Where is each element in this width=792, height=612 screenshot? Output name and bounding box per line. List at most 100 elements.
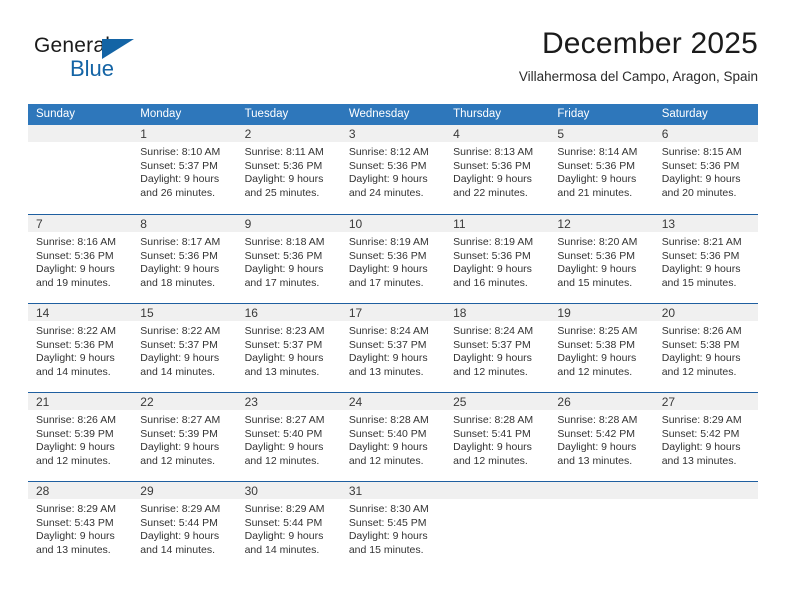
calendar-day-cell[interactable]: 6 Sunrise: 8:15 AM Sunset: 5:36 PM Daylight…	[653, 125, 758, 214]
day-number-band: 28	[28, 482, 133, 499]
calendar-day-cell[interactable]: 10 Sunrise: 8:19 AM Sunset: 5:36 PM Dayligh…	[340, 215, 446, 303]
day-number-band: 24	[340, 393, 446, 410]
calendar-day-cell[interactable]: 25 Sunrise: 8:28 AM Sunset: 5:41 PM Dayligh…	[445, 393, 550, 481]
daylight-text-line2: and 16 minutes.	[453, 276, 528, 289]
calendar-day-cell[interactable]: 13 Sunrise: 8:21 AM Sunset: 5:36 PM Dayligh…	[653, 215, 758, 303]
day-number-band: 9	[236, 215, 341, 232]
daylight-text-line1: Daylight: 9 hours	[453, 352, 532, 365]
day-sun-info: Sunrise: 8:29 AM Sunset: 5:43 PM Daylight:…	[28, 499, 132, 557]
calendar-day-cell[interactable]: 12 Sunrise: 8:20 AM Sunset: 5:36 PM Dayligh…	[549, 215, 654, 303]
sunset-text: Sunset: 5:37 PM	[348, 338, 427, 351]
day-sun-info: Sunrise: 8:24 AM Sunset: 5:37 PM Daylight:…	[445, 321, 549, 379]
day-number-band: 10	[340, 215, 446, 232]
calendar-day-cell[interactable]: 19 Sunrise: 8:25 AM Sunset: 5:38 PM Dayligh…	[549, 304, 654, 392]
sunset-text: Sunset: 5:37 PM	[140, 338, 218, 351]
sunset-text: Sunset: 5:36 PM	[348, 159, 427, 172]
day-number-band: 21	[28, 393, 133, 410]
calendar-day-cell[interactable]: 26 Sunrise: 8:28 AM Sunset: 5:42 PM Dayligh…	[549, 393, 654, 481]
daylight-text-line2: and 22 minutes.	[453, 186, 528, 199]
daylight-text-line1: Daylight: 9 hours	[453, 441, 532, 454]
day-number-band	[653, 482, 758, 499]
day-number: 19	[557, 306, 571, 320]
calendar-day-cell[interactable]: 11 Sunrise: 8:19 AM Sunset: 5:36 PM Dayligh…	[445, 215, 550, 303]
sunset-text: Sunset: 5:36 PM	[557, 249, 636, 262]
calendar-day-cell[interactable]: 14 Sunrise: 8:22 AM Sunset: 5:36 PM Dayligh…	[28, 304, 133, 392]
daylight-text-line2: and 12 minutes.	[140, 454, 215, 467]
day-number: 23	[244, 395, 258, 409]
calendar-day-cell[interactable]: 1 Sunrise: 8:10 AM Sunset: 5:37 PM Daylight…	[132, 125, 237, 214]
day-sun-info: Sunrise: 8:12 AM Sunset: 5:36 PM Daylight:…	[341, 142, 445, 200]
calendar-day-cell[interactable]: 16 Sunrise: 8:23 AM Sunset: 5:37 PM Dayligh…	[236, 304, 341, 392]
sunrise-text: Sunrise: 8:21 AM	[661, 236, 742, 248]
day-number-band: 6	[653, 125, 758, 142]
day-number: 11	[453, 217, 466, 231]
calendar-day-cell[interactable]: 24 Sunrise: 8:28 AM Sunset: 5:40 PM Dayligh…	[340, 393, 446, 481]
calendar-day-cell[interactable]: 29 Sunrise: 8:29 AM Sunset: 5:44 PM Dayligh…	[132, 482, 237, 570]
sunrise-text: Sunrise: 8:16 AM	[36, 236, 116, 248]
sunset-text: Sunset: 5:36 PM	[244, 159, 323, 172]
calendar-day-cell[interactable]: 20 Sunrise: 8:26 AM Sunset: 5:38 PM Dayligh…	[653, 304, 758, 392]
daylight-text-line1: Daylight: 9 hours	[36, 530, 115, 543]
day-sun-info: Sunrise: 8:27 AM Sunset: 5:39 PM Daylight:…	[132, 410, 236, 468]
sunset-text: Sunset: 5:36 PM	[453, 159, 531, 172]
day-sun-info: Sunrise: 8:14 AM Sunset: 5:36 PM Daylight:…	[549, 142, 653, 200]
day-number-band: 31	[340, 482, 446, 499]
calendar-day-cell-empty	[549, 482, 654, 570]
daylight-text-line2: and 18 minutes.	[140, 276, 215, 289]
calendar-day-cell[interactable]: 7 Sunrise: 8:16 AM Sunset: 5:36 PM Daylight…	[28, 215, 133, 303]
daylight-text-line2: and 15 minutes.	[557, 276, 633, 289]
daylight-text-line1: Daylight: 9 hours	[36, 352, 115, 365]
sunrise-text: Sunrise: 8:25 AM	[557, 325, 638, 337]
sunset-text: Sunset: 5:36 PM	[244, 249, 323, 262]
day-number: 4	[453, 127, 460, 141]
day-number-band: 2	[236, 125, 341, 142]
page-subtitle: Villahermosa del Campo, Aragon, Spain	[518, 69, 758, 84]
calendar-day-cell[interactable]: 9 Sunrise: 8:18 AM Sunset: 5:36 PM Daylight…	[236, 215, 341, 303]
logo-text-general: General	[34, 34, 111, 57]
sunrise-text: Sunrise: 8:26 AM	[661, 325, 742, 337]
day-sun-info: Sunrise: 8:21 AM Sunset: 5:36 PM Daylight:…	[654, 232, 758, 290]
calendar-day-cell-empty	[28, 125, 133, 214]
calendar-day-cell[interactable]: 8 Sunrise: 8:17 AM Sunset: 5:36 PM Daylight…	[132, 215, 237, 303]
calendar-week-row: 7 Sunrise: 8:16 AM Sunset: 5:36 PM Daylight…	[28, 214, 758, 303]
daylight-text-line1: Daylight: 9 hours	[140, 352, 220, 365]
day-number-band: 8	[132, 215, 237, 232]
day-number-band: 25	[445, 393, 550, 410]
day-sun-info: Sunrise: 8:13 AM Sunset: 5:36 PM Daylight:…	[445, 142, 549, 200]
day-number-band	[549, 482, 654, 499]
calendar-day-cell[interactable]: 2 Sunrise: 8:11 AM Sunset: 5:36 PM Daylight…	[236, 125, 341, 214]
calendar-day-cell[interactable]: 27 Sunrise: 8:29 AM Sunset: 5:42 PM Dayligh…	[653, 393, 758, 481]
daylight-text-line1: Daylight: 9 hours	[348, 530, 428, 543]
daylight-text-line2: and 13 minutes.	[36, 543, 111, 556]
daylight-text-line1: Daylight: 9 hours	[348, 263, 428, 276]
daylight-text-line2: and 26 minutes.	[140, 186, 215, 199]
daylight-text-line2: and 13 minutes.	[244, 365, 320, 378]
sunset-text: Sunset: 5:36 PM	[348, 249, 427, 262]
calendar-day-cell[interactable]: 22 Sunrise: 8:27 AM Sunset: 5:39 PM Dayligh…	[132, 393, 237, 481]
daylight-text-line2: and 14 minutes.	[36, 365, 111, 378]
daylight-text-line1: Daylight: 9 hours	[140, 263, 220, 276]
sunset-text: Sunset: 5:39 PM	[36, 427, 114, 440]
calendar-day-cell[interactable]: 21 Sunrise: 8:26 AM Sunset: 5:39 PM Dayligh…	[28, 393, 133, 481]
general-blue-logo[interactable]: General Blue	[34, 34, 174, 86]
day-number: 2	[244, 127, 252, 141]
calendar-day-cell[interactable]: 3 Sunrise: 8:12 AM Sunset: 5:36 PM Daylight…	[340, 125, 446, 214]
calendar-day-cell[interactable]: 30 Sunrise: 8:29 AM Sunset: 5:44 PM Dayligh…	[236, 482, 341, 570]
calendar-day-cell[interactable]: 4 Sunrise: 8:13 AM Sunset: 5:36 PM Daylight…	[445, 125, 550, 214]
calendar-week-row: 14 Sunrise: 8:22 AM Sunset: 5:36 PM Dayligh…	[28, 303, 758, 392]
daylight-text-line2: and 12 minutes.	[244, 454, 320, 467]
logo-text-blue: Blue	[70, 56, 115, 81]
calendar-day-cell[interactable]: 31 Sunrise: 8:30 AM Sunset: 5:45 PM Dayligh…	[340, 482, 446, 570]
calendar-day-cell[interactable]: 28 Sunrise: 8:29 AM Sunset: 5:43 PM Dayligh…	[28, 482, 133, 570]
calendar-day-cell[interactable]: 23 Sunrise: 8:27 AM Sunset: 5:40 PM Dayligh…	[236, 393, 341, 481]
daylight-text-line1: Daylight: 9 hours	[140, 441, 220, 454]
calendar-day-cell[interactable]: 5 Sunrise: 8:14 AM Sunset: 5:36 PM Daylight…	[549, 125, 654, 214]
calendar-day-cell[interactable]: 18 Sunrise: 8:24 AM Sunset: 5:37 PM Dayligh…	[445, 304, 550, 392]
calendar-day-cell[interactable]: 15 Sunrise: 8:22 AM Sunset: 5:37 PM Dayligh…	[132, 304, 237, 392]
day-number-band: 26	[549, 393, 654, 410]
calendar-day-cell[interactable]: 17 Sunrise: 8:24 AM Sunset: 5:37 PM Dayligh…	[340, 304, 446, 392]
sunrise-text: Sunrise: 8:28 AM	[348, 414, 429, 426]
day-sun-info: Sunrise: 8:19 AM Sunset: 5:36 PM Daylight:…	[445, 232, 549, 290]
day-number-band: 16	[236, 304, 341, 321]
weekday-header-wednesday: Wednesday	[348, 108, 410, 120]
